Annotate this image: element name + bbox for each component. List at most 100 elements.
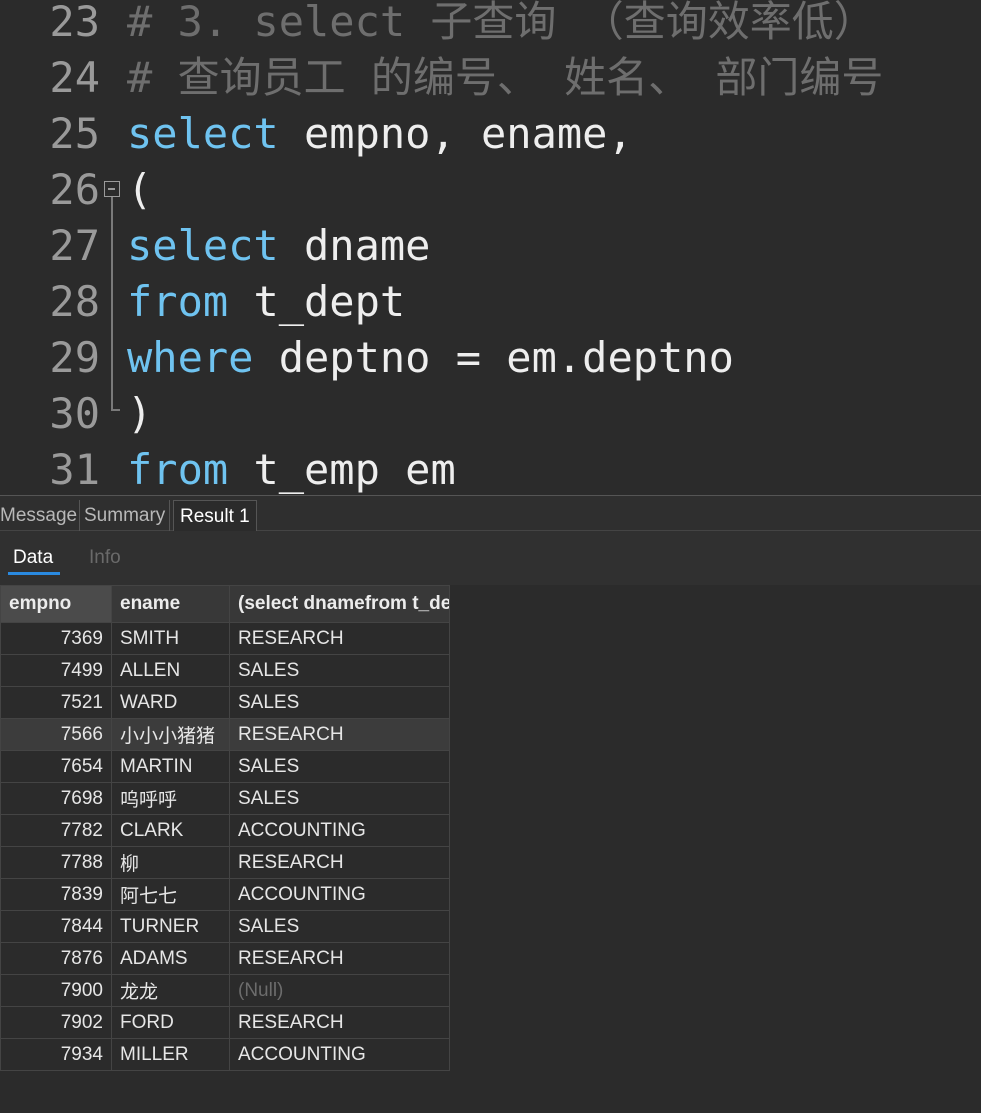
sql-keyword: from [127,445,229,494]
cell-ename[interactable]: WARD [111,686,230,719]
sql-keyword: where [127,333,254,382]
code-line[interactable]: # 3. select 子查询 （查询效率低） [127,0,876,50]
cell-dname[interactable]: RESEARCH [229,846,450,879]
grid-header-row: empno ename (select dnamefrom t_dept [0,585,450,623]
cell-dname[interactable]: RESEARCH [229,622,450,655]
sql-text: deptno = em.deptno [253,333,734,382]
cell-ename[interactable]: 柳 [111,846,230,879]
cell-empno[interactable]: 7566 [0,718,112,751]
tab-message[interactable]: Message [0,500,80,531]
sql-text: empno, ename, [278,109,633,158]
table-row[interactable]: 7900 龙龙 (Null) [0,974,450,1007]
cell-ename[interactable]: 阿七七 [111,878,230,911]
cell-ename[interactable]: 呜呼呼 [111,782,230,815]
cell-empno[interactable]: 7499 [0,654,112,687]
cell-dname[interactable]: ACCOUNTING [229,878,450,911]
sql-text: ) [127,389,153,438]
sql-text: t_emp em [228,445,456,494]
column-header-ename[interactable]: ename [111,585,230,623]
line-number: 25 [49,109,100,158]
fold-collapse-icon[interactable] [104,181,120,197]
fold-guide-end [111,409,120,411]
table-row[interactable]: 7902 FORD RESEARCH [0,1006,450,1039]
cell-empno[interactable]: 7902 [0,1006,112,1039]
cell-ename[interactable]: TURNER [111,910,230,943]
code-line[interactable]: where deptno = em.deptno [127,330,734,386]
cell-ename[interactable]: 小小小猪猪 [111,718,230,751]
code-line[interactable]: from t_dept [127,274,405,330]
cell-dname[interactable]: SALES [229,750,450,783]
sql-comment: # 3. select 子查询 （查询效率低） [127,0,876,46]
table-row[interactable]: 7876 ADAMS RESEARCH [0,942,450,975]
tab-info[interactable]: Info [89,545,121,571]
cell-ename[interactable]: ALLEN [111,654,230,687]
sql-comment: # 查询员工 的编号、 姓名、 部门编号 [127,53,884,102]
tab-summary[interactable]: Summary [84,500,170,531]
cell-empno[interactable]: 7844 [0,910,112,943]
cell-empno[interactable]: 7521 [0,686,112,719]
code-line[interactable]: # 查询员工 的编号、 姓名、 部门编号 [127,50,883,106]
table-row[interactable]: 7839 阿七七 ACCOUNTING [0,878,450,911]
code-line[interactable]: ( [127,162,152,218]
sql-editor[interactable]: 23 # 3. select 子查询 （查询效率低） 24 # 查询员工 的编号、 姓… [0,0,981,495]
table-row[interactable]: 7369 SMITH RESEARCH [0,622,450,655]
table-row[interactable]: 7788 柳 RESEARCH [0,846,450,879]
cell-empno[interactable]: 7934 [0,1038,112,1071]
table-row[interactable]: 7934 MILLER ACCOUNTING [0,1038,450,1071]
table-row[interactable]: 7566 小小小猪猪 RESEARCH [0,718,450,751]
sql-keyword: select [127,109,279,158]
tab-data[interactable]: Data [13,545,53,571]
cell-ename[interactable]: MARTIN [111,750,230,783]
table-row[interactable]: 7844 TURNER SALES [0,910,450,943]
cell-ename[interactable]: CLARK [111,814,230,847]
cell-dname[interactable]: SALES [229,654,450,687]
cell-dname[interactable]: RESEARCH [229,942,450,975]
column-header-dname-subquery[interactable]: (select dnamefrom t_dept [229,585,450,623]
cell-ename[interactable]: 龙龙 [111,974,230,1007]
code-line[interactable]: select dname [127,218,430,274]
cell-empno[interactable]: 7698 [0,782,112,815]
sql-text: t_dept [228,277,406,326]
tab-result-1[interactable]: Result 1 [173,500,257,531]
line-number: 30 [49,389,100,438]
cell-empno[interactable]: 7782 [0,814,112,847]
cell-dname[interactable]: (Null) [229,974,450,1007]
cell-ename[interactable]: SMITH [111,622,230,655]
cell-dname[interactable]: SALES [229,782,450,815]
cell-dname[interactable]: ACCOUNTING [229,814,450,847]
cell-empno[interactable]: 7876 [0,942,112,975]
cell-dname[interactable]: SALES [229,910,450,943]
sql-text: ( [127,165,153,214]
code-line[interactable]: from t_emp em [127,442,456,495]
table-row[interactable]: 7499 ALLEN SALES [0,654,450,687]
cell-ename[interactable]: ADAMS [111,942,230,975]
line-number: 24 [49,53,100,102]
line-number: 27 [49,221,100,270]
active-tab-indicator [8,572,60,575]
sql-text: dname [278,221,431,270]
column-header-empno[interactable]: empno [0,585,112,623]
table-row[interactable]: 7698 呜呼呼 SALES [0,782,450,815]
cell-dname[interactable]: ACCOUNTING [229,1038,450,1071]
line-number: 26 [49,165,100,214]
sql-keyword: from [127,277,229,326]
cell-dname[interactable]: RESEARCH [229,718,450,751]
line-number: 31 [49,445,100,494]
table-row[interactable]: 7782 CLARK ACCOUNTING [0,814,450,847]
table-row[interactable]: 7654 MARTIN SALES [0,750,450,783]
cell-dname[interactable]: RESEARCH [229,1006,450,1039]
cell-empno[interactable]: 7369 [0,622,112,655]
cell-dname[interactable]: SALES [229,686,450,719]
cell-empno[interactable]: 7839 [0,878,112,911]
cell-empno[interactable]: 7788 [0,846,112,879]
code-line[interactable]: ) [127,386,152,442]
result-grid-area: empno ename (select dnamefrom t_dept 736… [0,585,981,1113]
cell-empno[interactable]: 7654 [0,750,112,783]
code-line[interactable]: select empno, ename, [127,106,633,162]
table-row[interactable]: 7521 WARD SALES [0,686,450,719]
cell-ename[interactable]: MILLER [111,1038,230,1071]
cell-empno[interactable]: 7900 [0,974,112,1007]
data-info-tabs: Data Info [0,531,981,585]
line-number: 28 [49,277,100,326]
cell-ename[interactable]: FORD [111,1006,230,1039]
